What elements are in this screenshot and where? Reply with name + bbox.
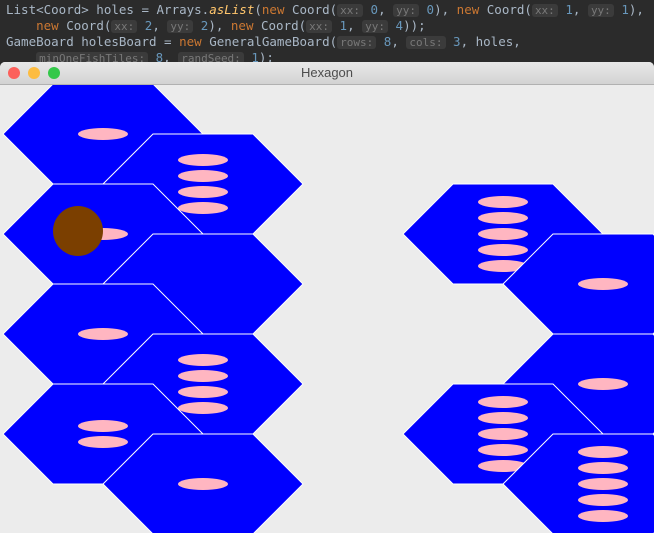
fish-icon [178, 370, 228, 382]
code-token: GameBoard holesBoard = [6, 34, 180, 49]
code-token: Coord( [284, 2, 338, 17]
code-token: 2 [137, 18, 153, 33]
fish-icon [578, 462, 628, 474]
fish-icon [178, 154, 228, 166]
window-title: Hexagon [300, 65, 354, 80]
code-token: Coord( [58, 18, 112, 33]
code-token: asList [209, 2, 255, 17]
code-token: ), [434, 2, 457, 17]
code-token: 1 [332, 18, 348, 33]
code-token: 2 [193, 18, 209, 33]
code-token: , [378, 2, 394, 17]
code-token: new [179, 34, 202, 49]
code-token: new [261, 2, 285, 17]
code-token: 1 [613, 2, 629, 17]
parameter-hint: xx: [111, 20, 138, 33]
code-token: 1 [557, 2, 573, 17]
code-token: new [230, 18, 254, 33]
code-token: 3 [445, 34, 461, 49]
code-token: ), [208, 18, 231, 33]
fish-icon [478, 212, 528, 224]
code-token: new [456, 2, 480, 17]
fish-icon [478, 412, 528, 424]
parameter-hint: yy: [587, 4, 614, 17]
fish-icon [478, 228, 528, 240]
fish-icon [478, 196, 528, 208]
code-token: Coord( [253, 18, 307, 33]
code-line: List<Coord> holes = Arrays.asList(new Co… [6, 2, 644, 19]
code-token: 0 [419, 2, 435, 17]
fish-icon [178, 402, 228, 414]
code-token: ( [254, 2, 262, 17]
code-token: , [391, 34, 407, 49]
fish-icon [178, 202, 228, 214]
fish-icon [78, 328, 128, 340]
code-token: , holes, [460, 34, 521, 49]
fish-icon [178, 354, 228, 366]
fish-icon [478, 244, 528, 256]
code-line: new Coord(xx: 2, yy: 2), new Coord(xx: 1… [6, 18, 426, 35]
code-editor: List<Coord> holes = Arrays.asList(new Co… [0, 0, 654, 66]
fish-icon [78, 420, 128, 432]
parameter-hint: cols: [406, 36, 446, 49]
fish-icon [578, 478, 628, 490]
code-line: GameBoard holesBoard = new GeneralGameBo… [6, 34, 521, 51]
fish-icon [578, 494, 628, 506]
code-token: ), [628, 2, 644, 17]
code-token: 4 [388, 18, 404, 33]
parameter-hint: xx: [337, 4, 364, 17]
code-token: 0 [363, 2, 379, 17]
code-token: Coord( [479, 2, 532, 17]
fish-icon [178, 170, 228, 182]
parameter-hint: yy: [362, 20, 389, 33]
fish-icon [78, 436, 128, 448]
fish-icon [178, 478, 228, 490]
fish-icon [578, 510, 628, 522]
fish-icon [178, 186, 228, 198]
code-token: 8 [376, 34, 392, 49]
game-board[interactable] [0, 85, 654, 533]
code-token: GeneralGameBoard( [201, 34, 338, 49]
parameter-hint: yy: [393, 4, 420, 17]
code-token: , [572, 2, 588, 17]
hexagon-window: Hexagon [0, 62, 654, 533]
parameter-hint: xx: [531, 4, 558, 17]
code-token: new [36, 18, 59, 33]
fish-icon [78, 128, 128, 140]
code-token: , [152, 18, 168, 33]
parameter-hint: xx: [306, 20, 333, 33]
penguin-token[interactable] [53, 206, 103, 256]
fish-icon [478, 428, 528, 440]
title-bar[interactable]: Hexagon [0, 62, 654, 85]
code-token: List<Coord> holes = Arrays. [6, 2, 210, 17]
fish-icon [578, 446, 628, 458]
parameter-hint: rows: [337, 36, 377, 49]
fish-icon [178, 386, 228, 398]
code-token: )); [403, 18, 426, 33]
fish-icon [478, 396, 528, 408]
fish-icon [578, 278, 628, 290]
code-token: , [347, 18, 363, 33]
parameter-hint: yy: [167, 20, 194, 33]
fish-icon [578, 378, 628, 390]
fish-icon [478, 444, 528, 456]
